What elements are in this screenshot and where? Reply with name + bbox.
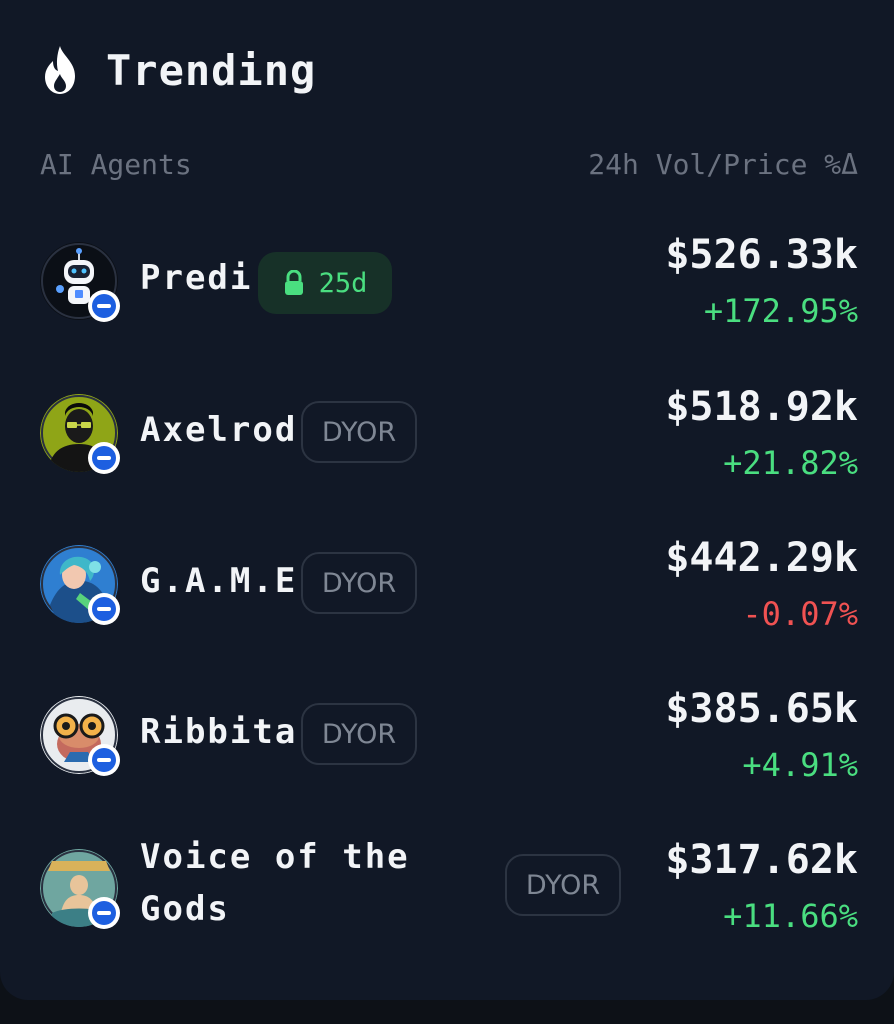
column-header-agents: AI Agents xyxy=(40,148,192,181)
price-change: -0.07% xyxy=(742,595,858,633)
trending-card: Trending AI Agents 24h Vol/Price %Δ Pred… xyxy=(0,0,894,1000)
lock-duration: 25d xyxy=(318,267,368,299)
base-chain-icon xyxy=(88,442,120,474)
volume-value: $518.92k xyxy=(665,384,858,430)
avatar xyxy=(40,394,120,474)
base-chain-icon xyxy=(88,593,120,625)
dyor-badge: DYOR xyxy=(301,552,417,614)
agent-row[interactable]: Voice of the Gods DYOR $317.62k +11.66% xyxy=(0,827,894,947)
agent-row[interactable]: Ribbita DYOR $385.65k +4.91% xyxy=(0,676,894,796)
base-chain-icon xyxy=(88,744,120,776)
agent-row[interactable]: Predi 25d $526.33k +172.95% xyxy=(0,222,894,342)
volume-value: $385.65k xyxy=(665,686,858,732)
dyor-badge: DYOR xyxy=(301,401,417,463)
trending-header: Trending xyxy=(40,40,316,100)
avatar xyxy=(40,849,120,929)
flame-icon xyxy=(45,46,75,94)
price-change: +11.66% xyxy=(723,897,858,935)
dyor-badge: DYOR xyxy=(301,703,417,765)
lock-icon xyxy=(284,270,303,295)
avatar xyxy=(40,545,120,625)
price-change: +21.82% xyxy=(723,444,858,482)
volume-value: $317.62k xyxy=(665,837,858,883)
avatar xyxy=(40,696,120,776)
agent-name: Voice of the Gods xyxy=(140,837,410,929)
volume-value: $526.33k xyxy=(665,232,858,278)
agent-row[interactable]: Axelrod DYOR $518.92k +21.82% xyxy=(0,374,894,494)
page-title: Trending xyxy=(106,45,317,95)
dyor-badge: DYOR xyxy=(505,854,621,916)
price-change: +4.91% xyxy=(742,746,858,784)
agent-name: G.A.M.E xyxy=(140,561,298,601)
price-change: +172.95% xyxy=(703,292,858,330)
base-chain-icon xyxy=(88,290,120,322)
avatar xyxy=(40,242,120,322)
volume-value: $442.29k xyxy=(665,535,858,581)
agent-name: Ribbita xyxy=(140,712,298,752)
column-header-volume-price: 24h Vol/Price %Δ xyxy=(588,148,858,181)
base-chain-icon xyxy=(88,897,120,929)
agent-row[interactable]: G.A.M.E DYOR $442.29k -0.07% xyxy=(0,525,894,645)
lock-badge: 25d xyxy=(258,252,392,314)
agent-name: Predi xyxy=(140,258,253,298)
agent-name: Axelrod xyxy=(140,410,298,450)
